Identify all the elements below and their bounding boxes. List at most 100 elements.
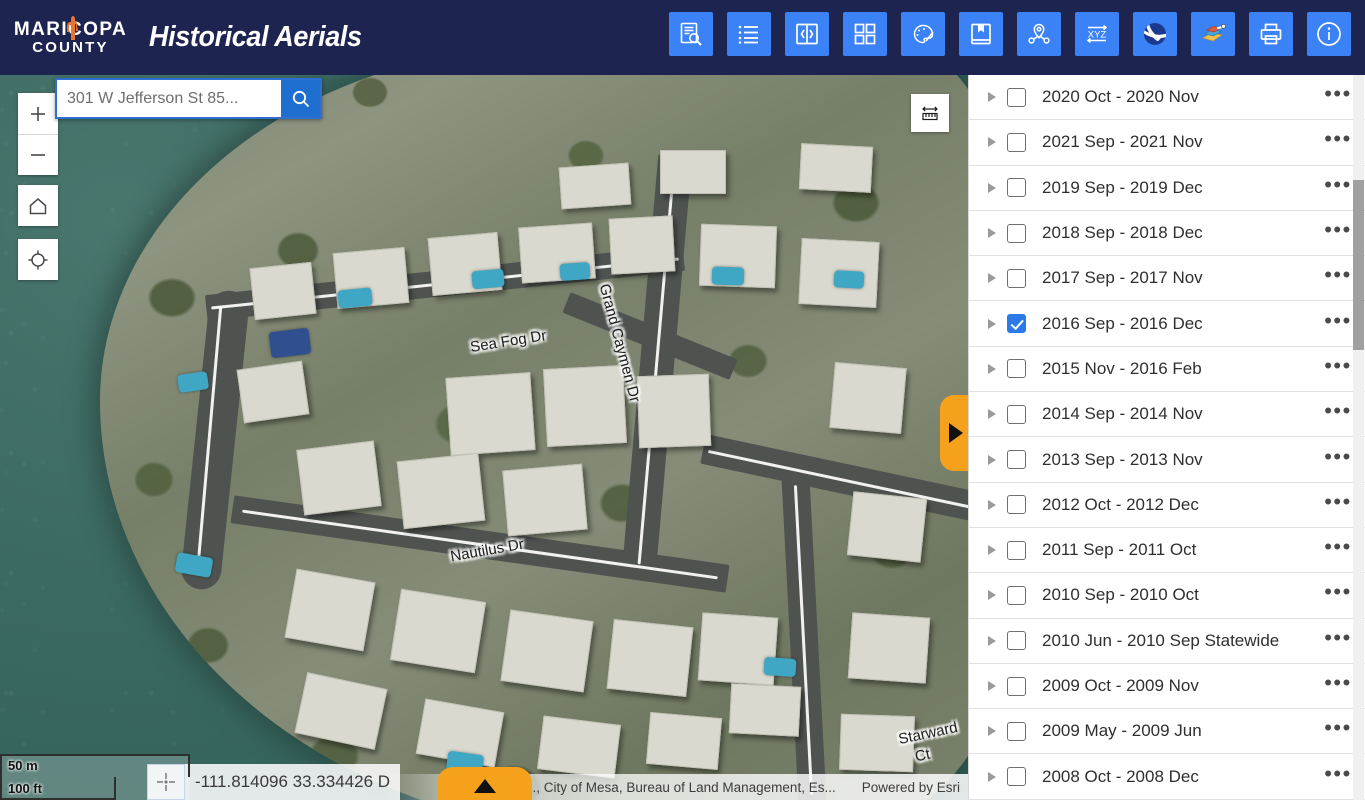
layer-checkbox[interactable] — [1007, 676, 1026, 696]
swipe-button[interactable] — [785, 12, 829, 56]
layer-checkbox[interactable] — [1007, 631, 1026, 651]
layer-checkbox[interactable] — [1007, 450, 1026, 470]
layer-checkbox[interactable] — [1007, 767, 1026, 787]
layer-row[interactable]: 2020 Oct - 2020 Nov ••• — [969, 75, 1365, 121]
layer-expand-toggle[interactable] — [981, 454, 1003, 465]
layer-row[interactable]: 2017 Sep - 2017 Nov ••• — [969, 256, 1365, 302]
layer-checkbox[interactable] — [1007, 404, 1026, 424]
layer-options-button[interactable]: ••• — [1319, 536, 1357, 558]
building-roof — [543, 364, 627, 448]
layer-checkbox-checked[interactable] — [1007, 314, 1026, 334]
layer-label: 2009 May - 2009 Jun — [1042, 721, 1202, 741]
layer-row[interactable]: 2011 Sep - 2011 Oct ••• — [969, 527, 1365, 574]
my-location-button[interactable] — [18, 239, 58, 280]
layer-expand-toggle[interactable] — [981, 318, 1003, 329]
layer-row[interactable]: 2021 Sep - 2021 Nov ••• — [969, 120, 1365, 166]
layer-row[interactable]: 2008 Oct - 2008 Dec ••• — [969, 754, 1365, 800]
layer-options-button[interactable]: ••• — [1319, 762, 1357, 785]
layer-row[interactable]: 2013 Sep - 2013 Nov ••• — [969, 437, 1365, 483]
layer-options-button[interactable]: ••• — [1319, 717, 1357, 739]
layer-options-button[interactable]: ••• — [1319, 490, 1357, 513]
layer-options-button[interactable]: ••• — [1319, 219, 1357, 241]
layer-options-button[interactable]: ••• — [1319, 173, 1357, 196]
sidebar-scrollbar-thumb[interactable] — [1353, 180, 1364, 350]
search-input[interactable] — [55, 78, 281, 119]
layer-row[interactable]: 2010 Sep - 2010 Oct ••• — [969, 573, 1365, 619]
layer-label: 2012 Oct - 2012 Dec — [1042, 494, 1199, 514]
building-roof — [284, 568, 376, 652]
layer-options-button[interactable]: ••• — [1319, 626, 1357, 649]
layer-options-button[interactable]: ••• — [1319, 83, 1357, 105]
layer-checkbox[interactable] — [1007, 223, 1026, 243]
layer-options-button[interactable]: ••• — [1319, 264, 1357, 286]
locate-crosshair-icon — [28, 250, 48, 269]
layer-options-button[interactable]: ••• — [1319, 400, 1357, 422]
coordinate-readout: -111.814096 33.334426 D — [185, 764, 401, 800]
layer-row[interactable]: 2018 Sep - 2018 Dec ••• — [969, 210, 1365, 257]
building-roof — [846, 491, 928, 563]
map-view[interactable]: Sea Fog Dr Grand Caymen Dr Nautilus Dr S… — [0, 75, 968, 800]
layer-row[interactable]: 2016 Sep - 2016 Dec ••• — [969, 301, 1365, 347]
layer-expand-toggle[interactable] — [981, 635, 1003, 646]
layer-expand-toggle[interactable] — [981, 363, 1003, 374]
layer-label: 2013 Sep - 2013 Nov — [1042, 449, 1203, 469]
basemap-gallery-button[interactable] — [843, 12, 887, 56]
layer-checkbox[interactable] — [1007, 359, 1026, 379]
layer-expand-toggle[interactable] — [981, 228, 1003, 239]
layer-row[interactable]: 2012 Oct - 2012 Dec ••• — [969, 482, 1365, 528]
plus-icon — [31, 106, 45, 121]
layer-checkbox[interactable] — [1007, 87, 1026, 107]
layer-checkbox[interactable] — [1007, 132, 1026, 152]
layer-options-button[interactable]: ••• — [1319, 128, 1357, 150]
home-extent-button[interactable] — [18, 185, 58, 226]
layer-expand-toggle[interactable] — [981, 409, 1003, 420]
layer-row[interactable]: 2010 Jun - 2010 Sep Statewide ••• — [969, 618, 1365, 664]
attribute-search-button[interactable] — [669, 12, 713, 56]
layer-row[interactable]: 2014 Sep - 2014 Nov ••• — [969, 392, 1365, 438]
layer-checkbox[interactable] — [1007, 540, 1026, 560]
zoom-in-button[interactable] — [18, 93, 58, 134]
logo-line-2: COUNTY — [32, 38, 109, 56]
layer-row[interactable]: 2015 Nov - 2016 Feb ••• — [969, 346, 1365, 393]
near-me-button[interactable] — [1017, 12, 1061, 56]
layer-options-button[interactable]: ••• — [1319, 445, 1357, 468]
layer-row[interactable]: 2009 May - 2009 Jun ••• — [969, 709, 1365, 755]
layer-expand-toggle[interactable] — [981, 273, 1003, 284]
bookmarks-button[interactable] — [959, 12, 1003, 56]
layer-options-button[interactable]: ••• — [1319, 581, 1357, 603]
layer-options-button[interactable]: ••• — [1319, 309, 1357, 332]
layer-expand-toggle[interactable] — [981, 590, 1003, 601]
layer-checkbox[interactable] — [1007, 268, 1026, 288]
layer-expand-toggle[interactable] — [981, 499, 1003, 510]
layer-expand-toggle[interactable] — [981, 771, 1003, 782]
layer-row[interactable]: 2019 Sep - 2019 Dec ••• — [969, 165, 1365, 211]
layer-row[interactable]: 2009 Oct - 2009 Nov ••• — [969, 663, 1365, 710]
layer-checkbox[interactable] — [1007, 585, 1026, 605]
expand-bottom-panel-tab[interactable] — [437, 767, 532, 800]
layer-expand-toggle[interactable] — [981, 726, 1003, 737]
zoom-out-button[interactable] — [18, 134, 58, 175]
layer-expand-toggle[interactable] — [981, 182, 1003, 193]
sidebar-scrollbar[interactable] — [1353, 75, 1364, 800]
layer-expand-toggle[interactable] — [981, 137, 1003, 148]
layer-checkbox[interactable] — [1007, 721, 1026, 741]
search-button[interactable] — [281, 78, 322, 119]
layer-expand-toggle[interactable] — [981, 545, 1003, 556]
add-data-button[interactable] — [1191, 12, 1235, 56]
layer-checkbox[interactable] — [1007, 495, 1026, 515]
layer-label: 2009 Oct - 2009 Nov — [1042, 676, 1199, 695]
measure-button[interactable] — [911, 94, 949, 132]
layer-list-button[interactable] — [727, 12, 771, 56]
scene-viewer-button[interactable] — [1133, 12, 1177, 56]
layer-options-button[interactable]: ••• — [1319, 354, 1357, 377]
layer-expand-toggle[interactable] — [981, 92, 1003, 103]
layer-expand-toggle[interactable] — [981, 681, 1003, 691]
print-button[interactable] — [1249, 12, 1293, 56]
layer-list-icon — [738, 25, 758, 44]
draw-button[interactable] — [901, 12, 945, 56]
layer-options-button[interactable]: ••• — [1319, 672, 1357, 694]
about-button[interactable] — [1307, 12, 1351, 56]
coordinates-button[interactable]: XYZ — [1075, 12, 1119, 56]
expand-right-panel-tab[interactable] — [940, 395, 968, 471]
layer-checkbox[interactable] — [1007, 178, 1026, 198]
